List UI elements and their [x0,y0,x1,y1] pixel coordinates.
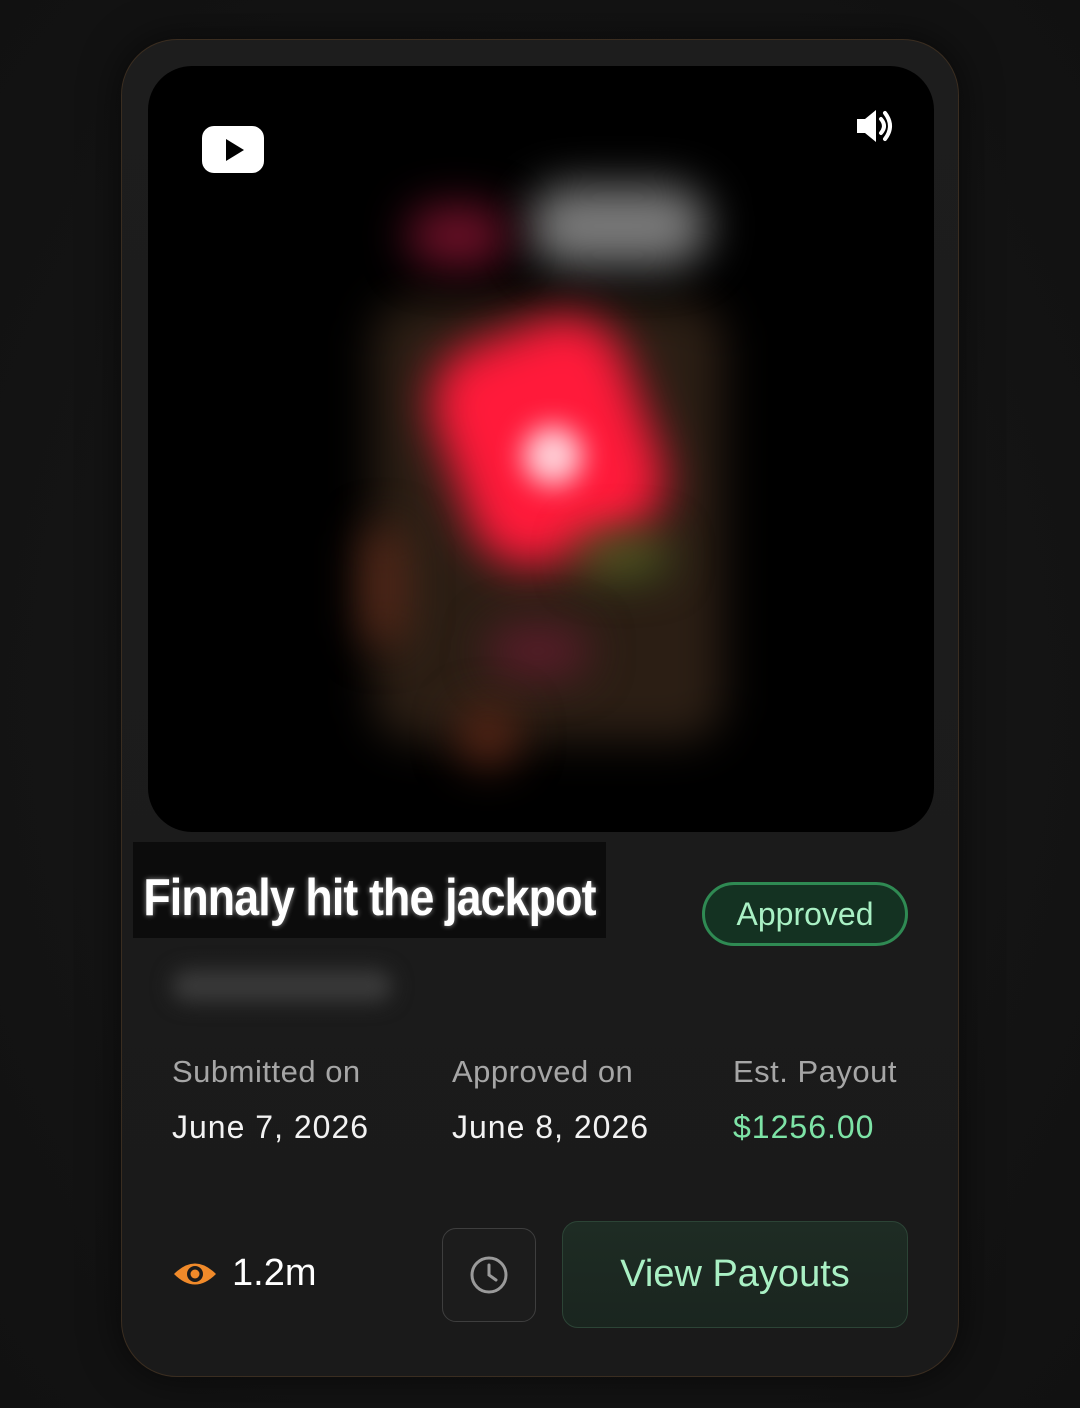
video-blur-green [578,536,668,576]
youtube-icon [202,126,264,173]
payout-amount: $1256.00 [733,1109,875,1145]
view-payouts-button[interactable]: View Payouts [562,1221,908,1328]
video-blur-bottom [458,706,518,766]
video-blur-top [528,186,708,266]
status-badge: Approved [702,882,908,946]
submission-card: Finnaly hit the jackpot Approved Submitt… [121,39,959,1377]
eye-icon [174,1263,216,1284]
blurred-subtitle [172,970,392,1002]
video-blur-topleft [408,206,508,266]
video-blur-left [363,526,403,646]
views-count: 1.2m [172,1252,316,1295]
payout-label: Est. Payout [733,1054,898,1089]
approved-date: June 8, 2026 [452,1109,650,1145]
submitted-label: Submitted on [172,1054,361,1089]
video-blur-lower [488,626,588,676]
views-text: 1.2m [232,1252,317,1294]
page: Finnaly hit the jackpot Approved Submitt… [0,0,1080,1408]
clock-icon [470,1256,508,1294]
video-player[interactable] [148,66,934,832]
submitted-date: June 7, 2026 [172,1109,370,1145]
history-button[interactable] [442,1228,536,1322]
video-title: Finnaly hit the jackpot [133,842,606,938]
volume-icon[interactable] [851,102,899,150]
approved-label: Approved on [452,1054,634,1089]
video-blur-highlight [523,426,583,486]
